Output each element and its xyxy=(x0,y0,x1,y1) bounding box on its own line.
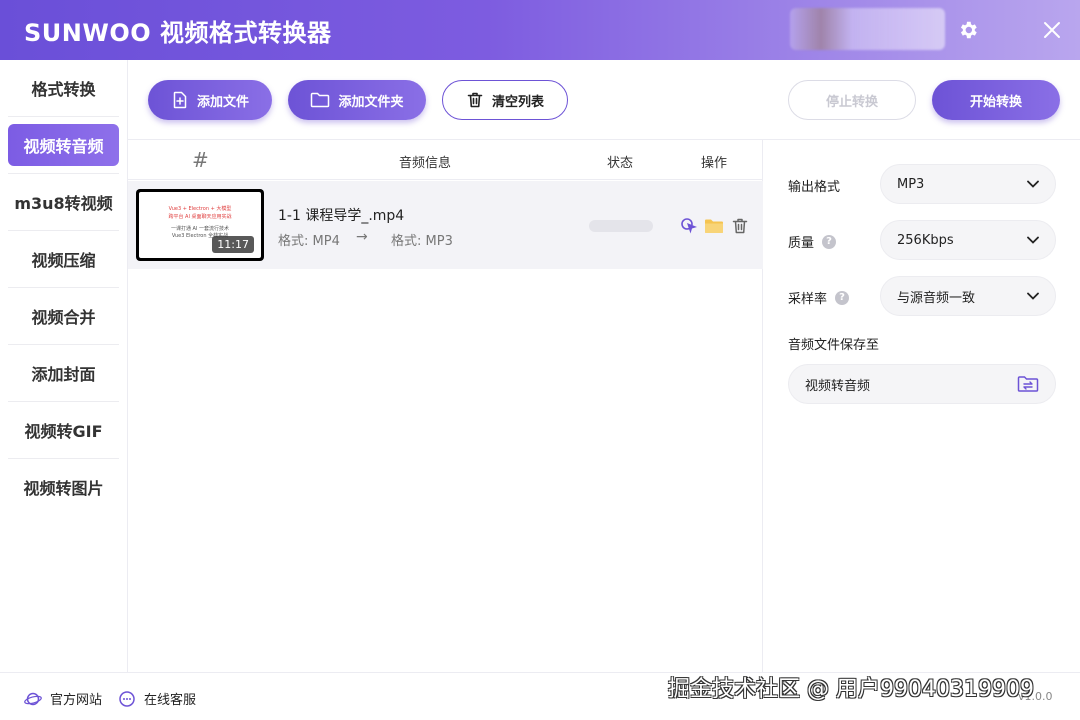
output-format-select[interactable]: MP3 xyxy=(880,164,1056,204)
gear-icon xyxy=(960,21,977,39)
close-window-button[interactable] xyxy=(1037,15,1067,45)
table-row[interactable]: Vue3 + Electron + 大模型 跨平台 AI 桌面聊天应用实战 一课… xyxy=(128,181,763,269)
preview-button[interactable] xyxy=(678,215,700,237)
save-to-label: 音频文件保存至 xyxy=(788,334,879,353)
settings-panel: 输出格式 MP3 质量 ? 256Kbps 采样率 ? 与源音频一致 音频文件保… xyxy=(764,140,1080,672)
delete-row-button[interactable] xyxy=(729,215,751,237)
save-to-label-text: 音频文件保存至 xyxy=(788,338,880,353)
pointer-icon xyxy=(681,218,697,234)
divider xyxy=(8,230,119,231)
app-title: SUNWOO 视频格式转换器 xyxy=(24,19,332,47)
target-format: 格式: MP3 xyxy=(391,234,453,249)
add-file-button[interactable]: 添加文件 xyxy=(148,80,272,120)
divider xyxy=(8,401,119,402)
quality-select[interactable]: 256Kbps xyxy=(880,220,1056,260)
divider xyxy=(8,116,119,117)
settings-gear-button[interactable] xyxy=(953,15,983,45)
add-file-icon xyxy=(173,91,187,109)
clear-list-label: 清空列表 xyxy=(491,94,544,110)
divider xyxy=(8,458,119,459)
output-format-label: 输出格式 xyxy=(788,176,840,195)
sidebar-item-video-compress[interactable]: 视频压缩 xyxy=(8,238,119,280)
add-folder-button[interactable]: 添加文件夹 xyxy=(288,80,426,120)
trash-icon xyxy=(467,92,483,108)
header-audio-info: 音频信息 xyxy=(399,156,452,171)
sidebar-item-add-cover[interactable]: 添加封面 xyxy=(8,352,119,394)
duration-badge: 11:17 xyxy=(212,236,254,253)
save-path-field[interactable]: 视频转音频 xyxy=(788,364,1056,404)
stop-convert-button[interactable]: 停止转换 xyxy=(788,80,916,120)
help-icon[interactable]: ? xyxy=(835,290,850,305)
chevron-down-icon xyxy=(1027,292,1039,300)
online-support-label: 在线客服 xyxy=(144,693,197,708)
online-support-link[interactable]: 在线客服 xyxy=(118,689,196,708)
video-thumbnail[interactable]: Vue3 + Electron + 大模型 跨平台 AI 桌面聊天应用实战 一课… xyxy=(136,189,264,261)
add-folder-label: 添加文件夹 xyxy=(338,94,404,110)
divider xyxy=(8,173,119,174)
add-file-label: 添加文件 xyxy=(196,94,249,110)
watermark: 掘金技术社区 @ 用户99040319909 xyxy=(668,677,1034,702)
sample-rate-select[interactable]: 与源音频一致 xyxy=(880,276,1056,316)
sidebar: 格式转换 视频转音频 m3u8转视频 视频压缩 视频合并 添加封面 视频转GIF… xyxy=(0,60,128,672)
table-header: # 音频信息 状态 操作 xyxy=(128,140,763,180)
sidebar-item-video-merge[interactable]: 视频合并 xyxy=(8,295,119,337)
help-icon[interactable]: ? xyxy=(822,234,837,249)
progress-bar xyxy=(589,220,653,232)
quality-label-text: 质量 xyxy=(788,236,815,251)
thumbnail-text: Vue3 + Electron + 大模型 xyxy=(168,206,232,212)
thumbnail-text: 跨平台 AI 桌面聊天应用实战 xyxy=(168,214,232,220)
start-convert-button[interactable]: 开始转换 xyxy=(932,80,1060,120)
user-avatar-blurred[interactable] xyxy=(790,8,945,50)
official-website-link[interactable]: 官方网站 xyxy=(24,689,102,708)
trash-icon xyxy=(732,218,748,234)
arrow-right-icon: → xyxy=(356,229,368,245)
file-name: 1-1 课程导学_.mp4 xyxy=(278,208,405,224)
file-list: # 音频信息 状态 操作 Vue3 + Electron + 大模型 跨平台 A… xyxy=(128,140,763,672)
folder-icon xyxy=(705,219,723,233)
sidebar-item-video-to-gif[interactable]: 视频转GIF xyxy=(8,409,119,451)
save-path-value: 视频转音频 xyxy=(805,378,871,394)
divider xyxy=(8,287,119,288)
open-folder-button[interactable] xyxy=(703,215,725,237)
quality-label: 质量 ? xyxy=(788,232,837,251)
folder-icon xyxy=(311,92,330,108)
sidebar-item-video-to-audio[interactable]: 视频转音频 xyxy=(8,124,119,166)
quality-value: 256Kbps xyxy=(897,232,954,248)
chevron-down-icon xyxy=(1027,236,1039,244)
output-format-label-text: 输出格式 xyxy=(788,180,841,195)
folder-swap-icon[interactable] xyxy=(1017,375,1039,393)
chevron-down-icon xyxy=(1027,180,1039,188)
divider xyxy=(8,344,119,345)
header-index: # xyxy=(192,148,209,172)
thumbnail-text: 一课打通 AI 一套流行技术 xyxy=(170,226,230,232)
source-format: 格式: MP4 xyxy=(278,234,340,249)
close-icon xyxy=(1044,22,1060,38)
sample-rate-label-text: 采样率 xyxy=(788,292,828,307)
sidebar-item-m3u8-to-video[interactable]: m3u8转视频 xyxy=(8,181,119,223)
sidebar-item-format-convert[interactable]: 格式转换 xyxy=(8,67,119,109)
sample-rate-value: 与源音频一致 xyxy=(897,290,976,306)
planet-icon xyxy=(24,692,42,705)
sample-rate-label: 采样率 ? xyxy=(788,288,850,307)
chat-icon xyxy=(119,690,135,707)
toolbar: 添加文件 添加文件夹 清空列表 停止转换 开始转换 xyxy=(128,60,1080,140)
header-actions: 操作 xyxy=(701,156,728,171)
title-bar: SUNWOO 视频格式转换器 xyxy=(0,0,1080,60)
output-format-value: MP3 xyxy=(897,176,925,192)
official-website-label: 官方网站 xyxy=(50,693,103,708)
sidebar-item-video-to-image[interactable]: 视频转图片 xyxy=(8,466,119,508)
clear-list-button[interactable]: 清空列表 xyxy=(442,80,568,120)
header-status: 状态 xyxy=(607,156,634,171)
